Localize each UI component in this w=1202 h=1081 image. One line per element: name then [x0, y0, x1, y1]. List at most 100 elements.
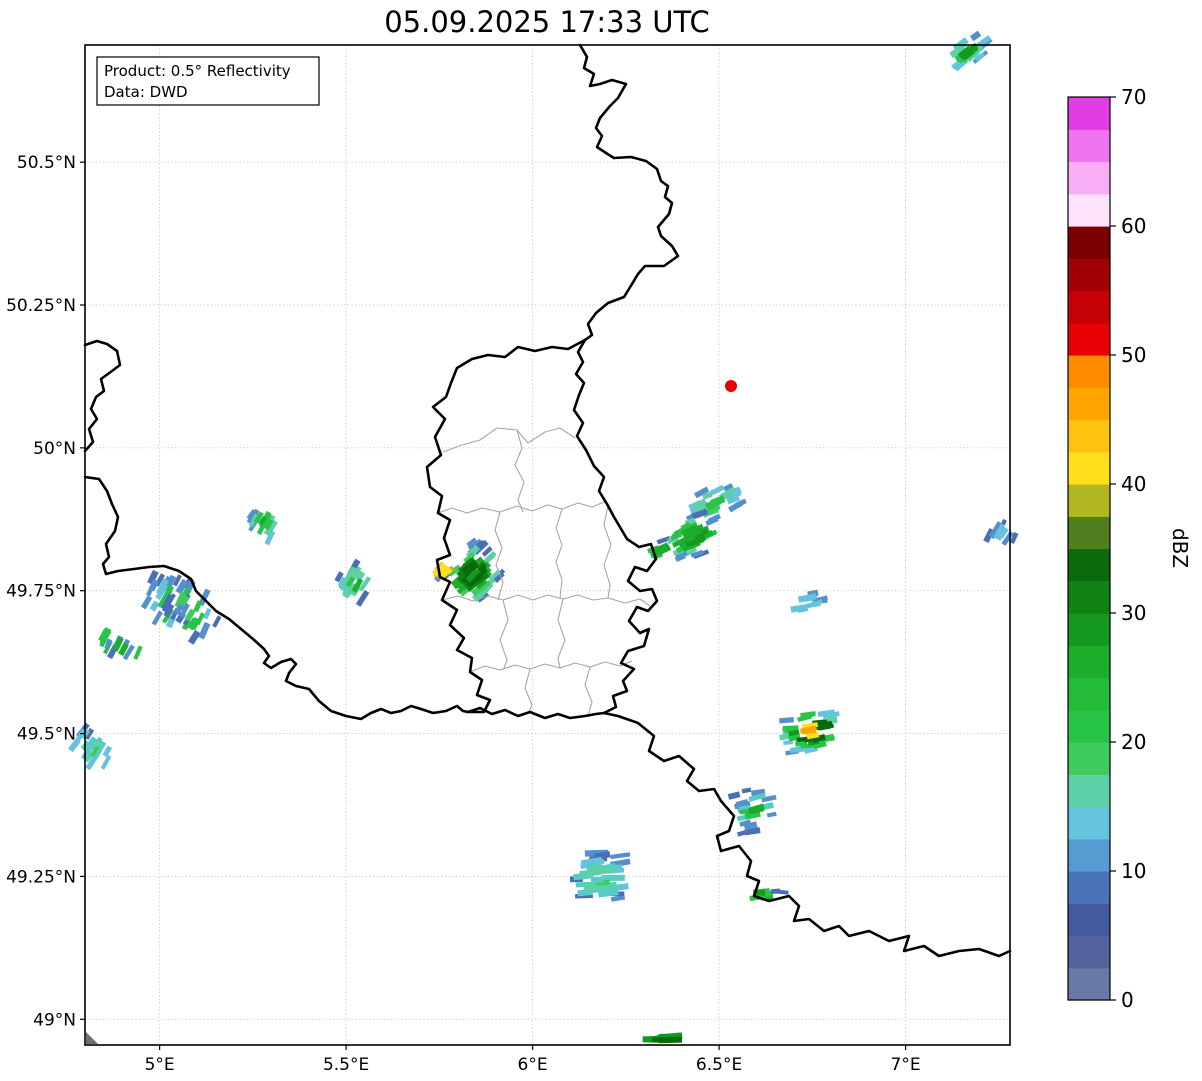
radar-echo-cell: [737, 829, 751, 837]
radar-map-canvas: 5°E 5.5°E 6°E 6.5°E 7°E 49°N 49.25°N 49.5°N 49.7…: [6, 5, 1192, 1075]
colorbar-segment: [1068, 387, 1110, 421]
y-axis-tick-label: 49°N: [33, 1010, 76, 1030]
x-axis-tick-label: 7°E: [891, 1055, 921, 1075]
radar-echo-cell: [774, 889, 789, 895]
y-axis-tick-label: 50°N: [33, 439, 76, 459]
colorbar-segment: [1068, 161, 1110, 195]
colorbar-segment: [1068, 774, 1110, 808]
colorbar-segment: [1068, 419, 1110, 453]
canton-border-line: [499, 599, 509, 669]
radar-echo-cell: [212, 615, 222, 628]
radar-echo-cell: [100, 754, 112, 770]
radar-site-marker: [725, 380, 737, 392]
radar-echo-layer: [68, 30, 1019, 1044]
colorbar-segment: [1068, 516, 1110, 550]
canton-border-line: [584, 666, 593, 717]
colorbar-segment: [1068, 806, 1110, 840]
colorbar-segment: [1068, 935, 1110, 969]
colorbar-segment: [1068, 709, 1110, 743]
colorbar-segment: [1068, 193, 1110, 227]
canton-border-line: [524, 668, 533, 715]
figure-title: 05.09.2025 17:33 UTC: [384, 5, 710, 39]
echo-southeast-hail: [779, 709, 840, 756]
echo-border-south: [727, 787, 777, 837]
colorbar-segment: [1068, 613, 1110, 646]
canton-border-line: [494, 511, 504, 601]
echo-right-edge: [983, 518, 1019, 546]
x-axis-tick-label: 6.5°E: [696, 1055, 742, 1075]
colorbar-segment: [1068, 451, 1110, 485]
colorbar-tick-label: 50: [1121, 343, 1146, 367]
country-borders: [83, 43, 1012, 958]
x-axis-tick-label: 5.5°E: [323, 1055, 369, 1075]
canton-border-line: [557, 598, 566, 669]
y-axis-tick-label: 49.25°N: [6, 867, 76, 887]
radar-echo-cell: [741, 787, 752, 794]
colorbar-tick-label: 20: [1121, 730, 1146, 754]
echo-west-streak: [98, 627, 143, 661]
radar-echo-cell: [766, 811, 777, 818]
radar-figure: 5°E 5.5°E 6°E 6.5°E 7°E 49°N 49.25°N 49.5°N 49.7…: [0, 0, 1202, 1081]
data-source-line: Data: DWD: [104, 83, 188, 101]
colorbar-tick-label: 30: [1121, 601, 1146, 625]
radar-echo-cell: [579, 870, 600, 876]
radar-echo-cell: [969, 30, 982, 42]
echo-small-center-west: [334, 558, 372, 607]
colorbar: 0 10 20 30 40 50 60 70: [1067, 85, 1146, 1012]
canton-border-line: [555, 508, 563, 599]
radar-echo-cell: [198, 621, 211, 640]
station-marker-layer: [725, 380, 737, 392]
x-axis-tick-label: 6°E: [518, 1055, 548, 1075]
colorbar-segment: [1068, 97, 1110, 130]
radar-echo-cell: [151, 610, 163, 626]
radar-echo-cell: [805, 726, 817, 734]
y-axis-tick-label: 49.5°N: [17, 725, 76, 745]
canton-border-line: [469, 660, 633, 673]
radar-echo-cell: [355, 589, 370, 607]
canton-border-line: [603, 504, 612, 599]
corner-border-fragment: [86, 1032, 98, 1044]
colorbar-segment: [1068, 871, 1110, 904]
x-axis-tick-label: 5°E: [145, 1055, 175, 1075]
canton-border-line: [514, 429, 525, 513]
colorbar-segment: [1068, 548, 1110, 582]
colorbar-segment: [1068, 903, 1110, 937]
colorbar-tick-label: 70: [1121, 85, 1146, 109]
echo-topright-corner: [949, 30, 993, 72]
product-info-box: Product: 0.5° Reflectivity Data: DWD: [96, 56, 320, 106]
colorbar-segment: [1068, 129, 1110, 163]
colorbar-segment: [1068, 290, 1110, 324]
y-axis-tick-label: 50.5°N: [17, 153, 76, 173]
echo-small-northwest: [246, 508, 278, 546]
echo-west-cluster: [140, 569, 222, 645]
radar-echo-cell: [727, 791, 741, 800]
radar-echo-cell: [203, 607, 212, 620]
colorbar-segment: [1068, 258, 1110, 292]
colorbar-segment: [1068, 580, 1110, 614]
radar-echo-cell: [610, 852, 631, 860]
border-france-belgium-luxembourg: [83, 339, 606, 721]
radar-echo-cell: [149, 600, 160, 612]
colorbar-tick-label: 0: [1121, 988, 1134, 1012]
map-gridlines: [85, 45, 1010, 1045]
product-line: Product: 0.5° Reflectivity: [104, 62, 291, 80]
colorbar-tick-label: 40: [1121, 472, 1146, 496]
colorbar-segment: [1068, 226, 1110, 259]
colorbar-segment: [1068, 355, 1110, 388]
y-axis-tick-label: 49.75°N: [6, 582, 76, 602]
y-axis-tick-label: 50.25°N: [6, 296, 76, 316]
colorbar-segment: [1068, 484, 1110, 517]
colorbar-tick-label: 10: [1121, 859, 1146, 883]
colorbar-segment: [1068, 322, 1110, 356]
colorbar-unit-label: dBZ: [1168, 528, 1192, 568]
colorbar-segment: [1068, 967, 1110, 1001]
axis-layer: 5°E 5.5°E 6°E 6.5°E 7°E 49°N 49.25°N 49.5°N 49.7…: [6, 153, 920, 1075]
colorbar-segment: [1068, 838, 1110, 872]
radar-echo-cell: [658, 1036, 683, 1044]
radar-echo-cell: [187, 629, 201, 645]
colorbar-tick-label: 60: [1121, 214, 1146, 238]
echo-small-blue: [790, 589, 828, 613]
radar-echo-cell: [133, 645, 143, 660]
colorbar-segment: [1068, 742, 1110, 775]
echo-bottom-edge: [642, 1032, 683, 1044]
